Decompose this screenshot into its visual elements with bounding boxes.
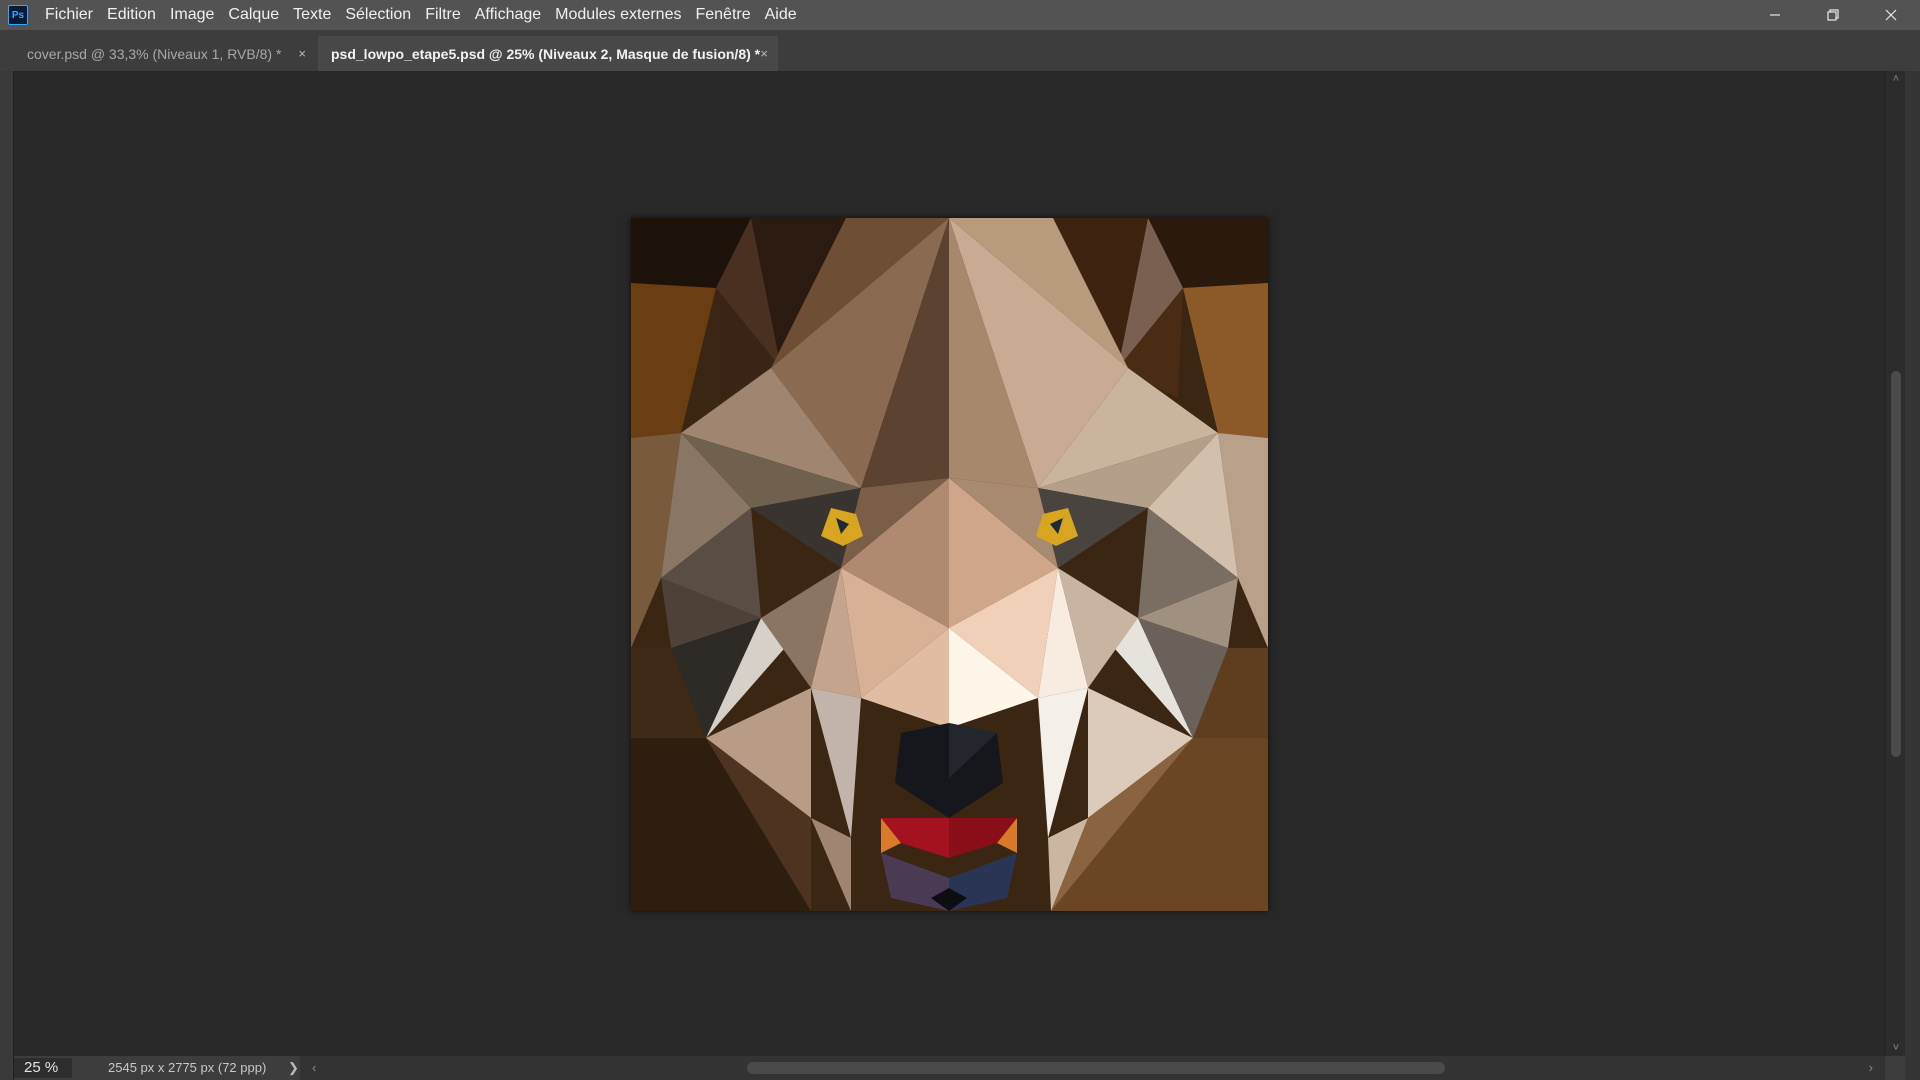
document-canvas[interactable] [631,218,1268,911]
horizontal-scroll-thumb[interactable] [747,1062,1445,1074]
tab-label: psd_lowpo_etape5.psd @ 25% (Niveaux 2, M… [331,45,761,62]
menu-modules-externes[interactable]: Modules externes [548,0,688,30]
low-poly-wolf-icon [631,218,1268,911]
menu-fenetre[interactable]: Fenêtre [688,0,757,30]
tools-panel-edge [0,71,14,1080]
close-icon [1885,9,1897,21]
vertical-scrollbar[interactable]: ˄ ˅ [1885,71,1906,1056]
minimize-icon [1770,14,1780,16]
photoshop-logo-icon: Ps [8,5,28,25]
tab-close-icon[interactable]: × [298,46,306,61]
tab-psd-lowpo-etape5[interactable]: psd_lowpo_etape5.psd @ 25% (Niveaux 2, M… [318,36,778,71]
tab-cover-psd[interactable]: cover.psd @ 33,3% (Niveaux 1, RVB/8) * × [14,36,316,71]
scroll-up-icon[interactable]: ˄ [1886,73,1906,85]
menu-selection[interactable]: Sélection [338,0,418,30]
restore-button[interactable] [1804,0,1862,30]
scroll-right-icon[interactable]: › [1869,1056,1873,1080]
menu-filtre[interactable]: Filtre [418,0,468,30]
menu-fichier[interactable]: Fichier [38,0,100,30]
panel-edge-right [1905,71,1920,1080]
scroll-left-icon[interactable]: ‹ [312,1056,316,1080]
tab-label: cover.psd @ 33,3% (Niveaux 1, RVB/8) * [27,45,282,62]
scroll-down-icon[interactable]: ˅ [1886,1042,1906,1054]
tab-close-icon[interactable]: × [760,46,768,61]
document-tab-bar: cover.psd @ 33,3% (Niveaux 1, RVB/8) * ×… [0,30,1920,72]
menu-image[interactable]: Image [163,0,221,30]
menu-calque[interactable]: Calque [221,0,286,30]
canvas-area[interactable] [14,71,1885,1056]
minimize-button[interactable] [1746,0,1804,30]
chevron-right-icon[interactable]: ❯ [288,1056,299,1080]
menu-texte[interactable]: Texte [286,0,338,30]
menu-affichage[interactable]: Affichage [468,0,548,30]
menu-bar: Ps Fichier Edition Image Calque Texte Sé… [0,0,1920,30]
document-info: 2545 px x 2775 px (72 ppp) [108,1060,267,1075]
restore-icon [1827,9,1839,21]
menu-aide[interactable]: Aide [758,0,804,30]
close-window-button[interactable] [1862,0,1920,30]
menu-edition[interactable]: Edition [100,0,163,30]
zoom-level-field[interactable]: 25 % [14,1058,72,1078]
vertical-scroll-thumb[interactable] [1891,371,1901,757]
horizontal-scrollbar[interactable]: ‹ › [300,1056,1885,1080]
window-controls [1746,0,1920,30]
